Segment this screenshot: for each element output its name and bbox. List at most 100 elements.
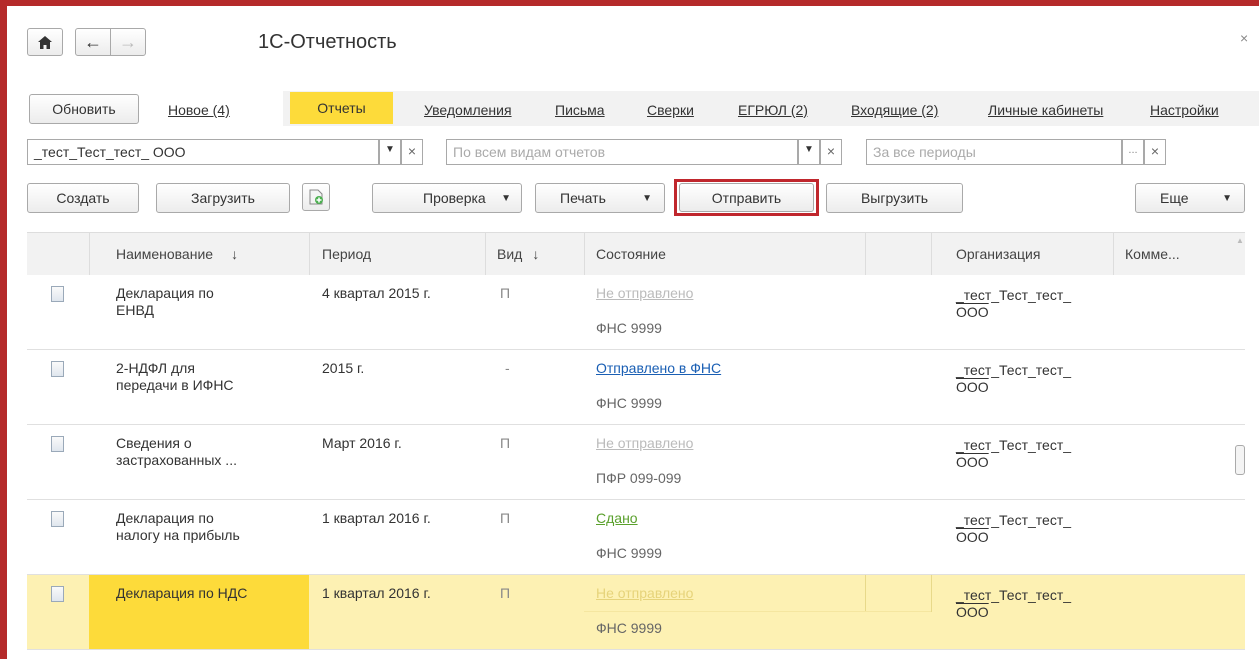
row-agency: ПФР 099-099 xyxy=(596,470,682,486)
row-status-link[interactable]: Отправлено в ФНС xyxy=(596,360,721,377)
row-period: 1 квартал 2016 г. xyxy=(322,510,431,526)
tab-incoming[interactable]: Входящие (2) xyxy=(851,102,938,118)
table-row[interactable]: 2-НДФЛ для передачи в ИФНС 2015 г. - Отпр… xyxy=(27,350,1245,425)
tab-settings[interactable]: Настройки xyxy=(1150,102,1219,118)
arrow-right-icon: → xyxy=(119,31,137,52)
refresh-button[interactable]: Обновить xyxy=(29,94,139,124)
tab-reconciliations[interactable]: Сверки xyxy=(647,102,694,118)
row-period: 4 квартал 2015 г. xyxy=(322,285,431,301)
col-org-header[interactable]: Организация xyxy=(956,246,1040,262)
col-state-header[interactable]: Состояние xyxy=(596,246,666,262)
row-period: 2015 г. xyxy=(322,360,365,376)
chevron-down-icon: ▼ xyxy=(501,192,511,204)
check-button-label: Проверка xyxy=(423,190,486,206)
column-separator xyxy=(931,233,932,275)
new-link[interactable]: Новое (4) xyxy=(168,102,230,118)
col-name-label: Наименование xyxy=(116,246,214,262)
chevron-down-icon: ▼ xyxy=(642,192,652,204)
row-name: Декларация по ЕНВД xyxy=(116,285,214,318)
column-separator xyxy=(485,233,486,275)
column-separator xyxy=(89,233,90,275)
row-name: 2-НДФЛ для передачи в ИФНС xyxy=(116,360,234,393)
chevron-down-icon: ▼ xyxy=(385,144,395,155)
column-separator xyxy=(865,575,866,612)
table-row[interactable]: Сведения о застрахованных ... Март 2016 г… xyxy=(27,425,1245,500)
clear-icon: × xyxy=(407,143,417,159)
row-agency: ФНС 9999 xyxy=(596,320,662,336)
period-select-button[interactable]: ... xyxy=(1122,139,1144,165)
row-name: Декларация по налогу на прибыль xyxy=(116,510,240,543)
row-period: 1 квартал 2016 г. xyxy=(322,585,431,601)
row-period: Март 2016 г. xyxy=(322,435,402,451)
tab-reports[interactable]: Отчеты xyxy=(290,92,393,124)
period-filter-input[interactable]: За все периоды xyxy=(866,139,1122,165)
home-button[interactable] xyxy=(27,28,63,56)
document-icon xyxy=(51,586,64,602)
tab-egrul[interactable]: ЕГРЮЛ (2) xyxy=(738,102,808,118)
print-button-label: Печать xyxy=(560,190,606,206)
close-icon[interactable]: × xyxy=(1240,30,1248,46)
row-agency: ФНС 9999 xyxy=(596,620,662,636)
col-period-header[interactable]: Период xyxy=(322,246,371,262)
org-filter-input[interactable]: _тест_Тест_тест_ ООО xyxy=(27,139,379,165)
scroll-up-icon[interactable]: ▲ xyxy=(1236,236,1244,245)
kind-filter-clear[interactable]: × xyxy=(820,139,842,165)
check-button[interactable]: Проверка ▼ xyxy=(372,183,522,213)
kind-filter-input[interactable]: По всем видам отчетов xyxy=(446,139,798,165)
chevron-down-icon: ▼ xyxy=(1222,192,1232,204)
add-file-icon xyxy=(309,189,323,205)
back-button[interactable]: ← xyxy=(75,28,111,56)
table-row-selected[interactable]: Декларация по НДС 1 квартал 2016 г. П Не… xyxy=(27,575,1245,650)
row-agency: ФНС 9999 xyxy=(596,545,662,561)
tab-personal-accounts[interactable]: Личные кабинеты xyxy=(988,102,1103,118)
period-filter-clear[interactable]: × xyxy=(1144,139,1166,165)
scrollbar-thumb[interactable] xyxy=(1235,445,1245,475)
period-filter-placeholder: За все периоды xyxy=(873,144,976,160)
row-status-link[interactable]: Не отправлено xyxy=(596,585,693,602)
window-title: 1С-Отчетность xyxy=(258,31,397,53)
column-separator xyxy=(865,233,866,275)
export-button[interactable]: Выгрузить xyxy=(826,183,963,213)
row-org: _тест_Тест_тест_ ООО xyxy=(956,512,1072,545)
kind-filter-dropdown[interactable]: ▼ xyxy=(798,139,820,165)
col-kind-label: Вид xyxy=(497,246,523,262)
table-row[interactable]: Декларация по налогу на прибыль 1 квартал… xyxy=(27,500,1245,575)
row-kind: П xyxy=(500,510,511,526)
sort-arrow-icon: ↓ xyxy=(231,246,239,262)
row-kind: П xyxy=(500,435,511,451)
document-icon xyxy=(51,286,64,302)
chevron-down-icon: ▼ xyxy=(804,144,814,155)
row-divider xyxy=(584,611,931,612)
row-kind: П xyxy=(500,285,511,301)
row-org: _тест_Тест_тест_ ООО xyxy=(956,587,1072,620)
row-kind: - xyxy=(505,360,510,376)
row-status-link[interactable]: Не отправлено xyxy=(596,435,693,452)
col-kind-header[interactable]: Вид ↓ xyxy=(497,246,539,262)
home-icon xyxy=(38,35,52,49)
tab-notifications[interactable]: Уведомления xyxy=(424,102,512,118)
org-filter-clear[interactable]: × xyxy=(401,139,423,165)
kind-filter-placeholder: По всем видам отчетов xyxy=(453,144,606,160)
forward-button[interactable]: → xyxy=(110,28,146,56)
print-button[interactable]: Печать ▼ xyxy=(535,183,665,213)
col-comment-header[interactable]: Комме... xyxy=(1125,246,1180,262)
row-name: Сведения о застрахованных ... xyxy=(116,435,237,468)
org-filter-dropdown[interactable]: ▼ xyxy=(379,139,401,165)
row-org: _тест_Тест_тест_ ООО xyxy=(956,287,1072,320)
more-button[interactable]: Еще ▼ xyxy=(1135,183,1245,213)
send-button[interactable]: Отправить xyxy=(679,183,814,212)
row-org: _тест_Тест_тест_ ООО xyxy=(956,362,1072,395)
row-name: Декларация по НДС xyxy=(116,585,248,601)
col-name-header[interactable]: Наименование ↓ xyxy=(116,246,238,262)
table-row[interactable]: Декларация по ЕНВД 4 квартал 2015 г. П Не… xyxy=(27,275,1245,350)
row-status-link[interactable]: Не отправлено xyxy=(596,285,693,302)
create-button[interactable]: Создать xyxy=(27,183,139,213)
load-button[interactable]: Загрузить xyxy=(156,183,290,213)
row-status-link[interactable]: Сдано xyxy=(596,510,638,527)
column-separator xyxy=(931,575,932,612)
arrow-left-icon: ← xyxy=(84,31,102,52)
tab-letters[interactable]: Письма xyxy=(555,102,605,118)
sort-arrow-icon: ↓ xyxy=(532,246,540,262)
add-file-button[interactable] xyxy=(302,183,330,211)
row-kind: П xyxy=(500,585,511,601)
